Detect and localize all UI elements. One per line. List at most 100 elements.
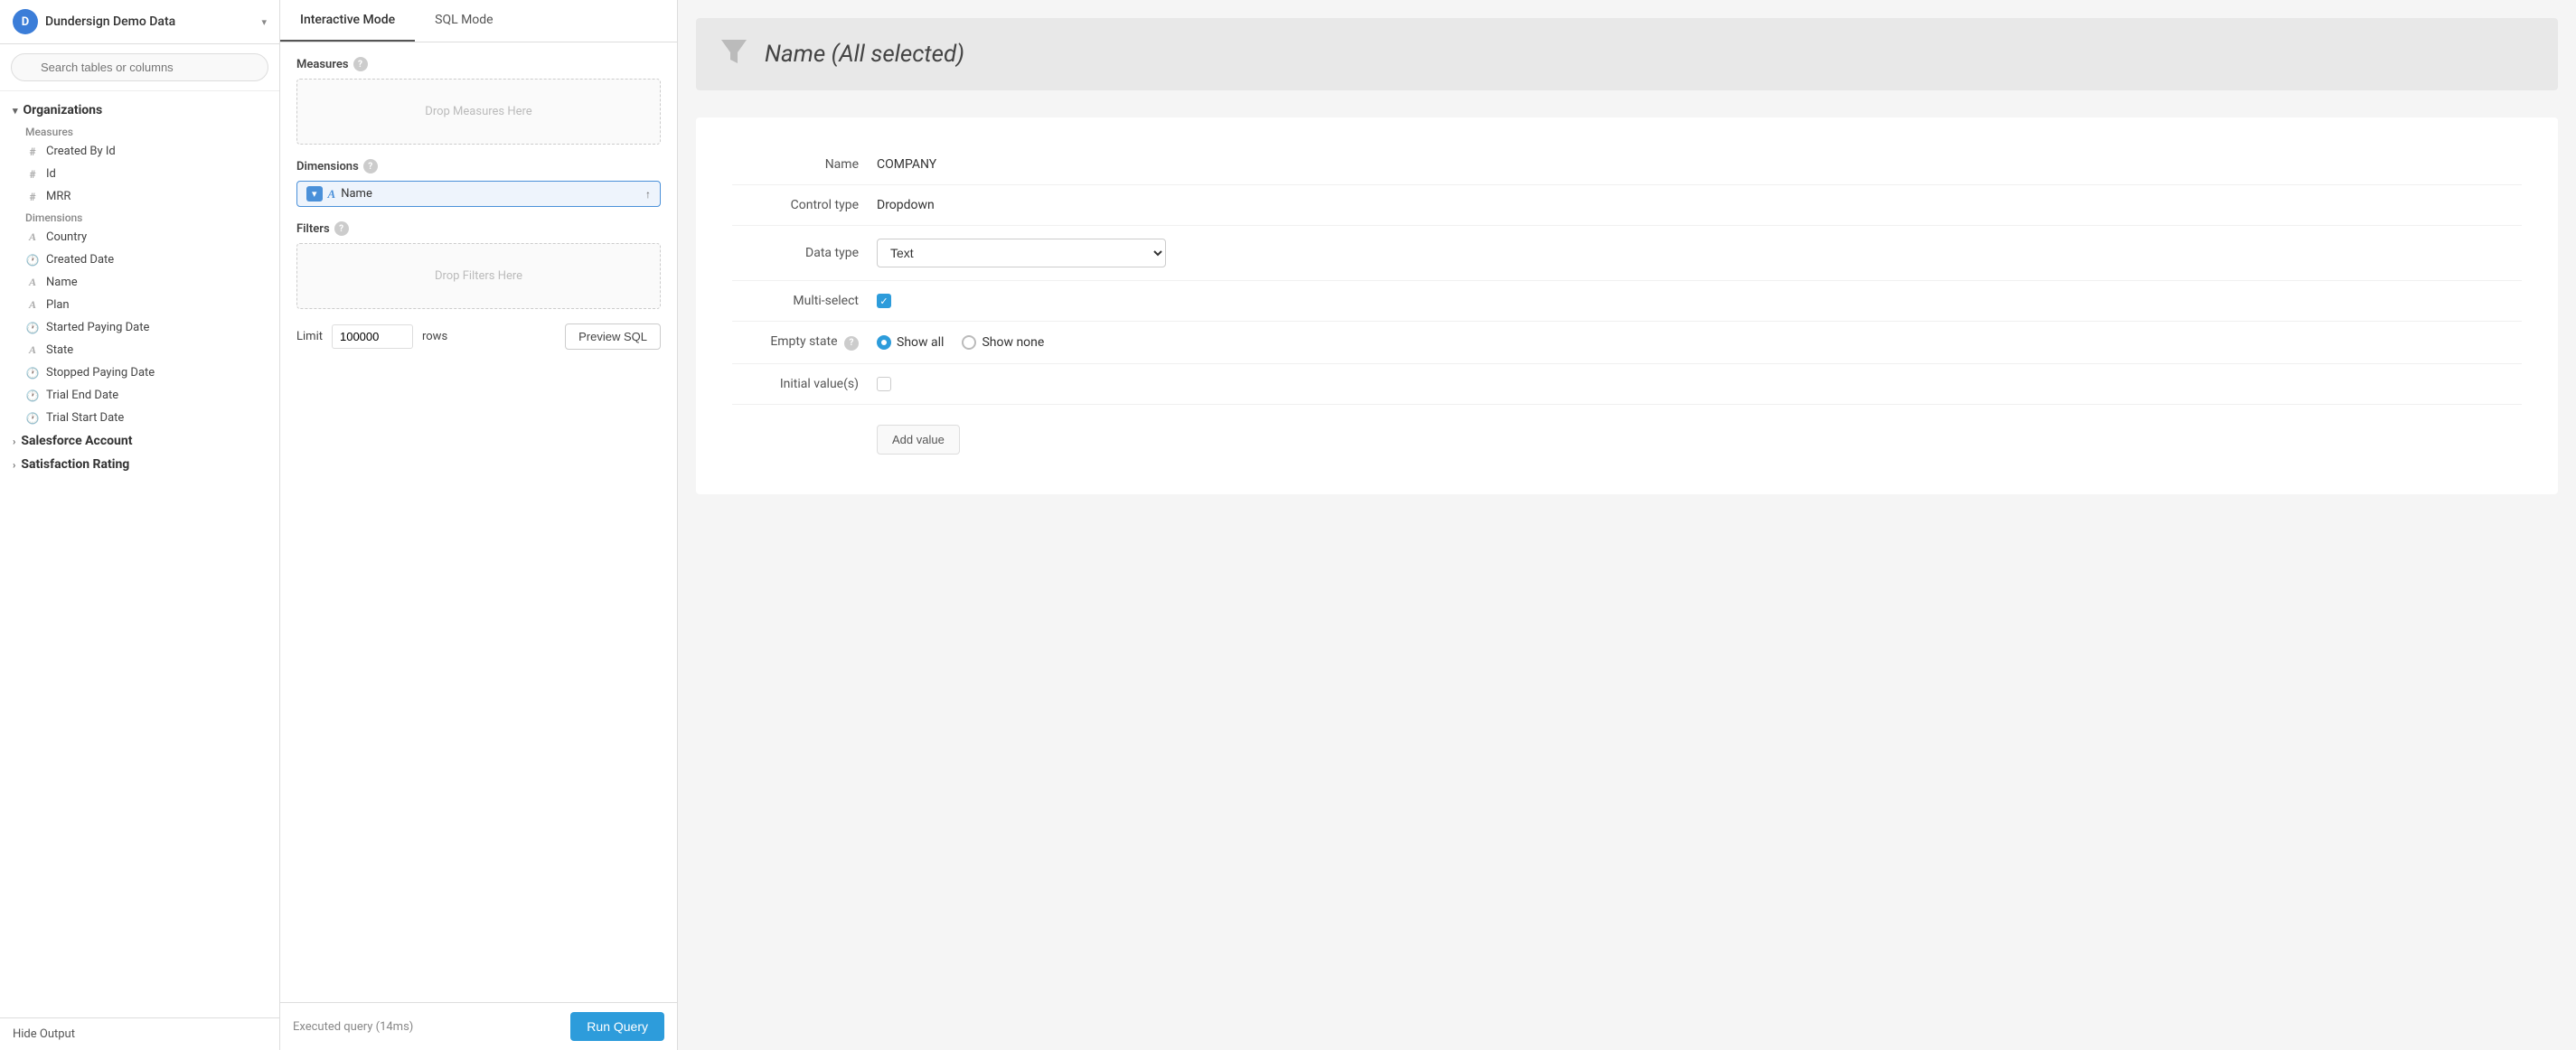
control-type-label: Control type — [732, 198, 859, 212]
clock-icon: 🕐 — [25, 367, 40, 380]
item-label: Started Paying Date — [46, 321, 149, 334]
alpha-icon: A — [25, 298, 40, 312]
section-satisfaction[interactable]: › Satisfaction Rating — [0, 453, 279, 476]
chip-type-icon: A — [328, 187, 336, 202]
expand-icon: › — [13, 459, 15, 471]
dimension-chip[interactable]: ▾ A Name ↑ — [296, 181, 661, 207]
section-label: Organizations — [24, 103, 103, 117]
radio-show-none-label: Show none — [982, 335, 1044, 350]
list-item[interactable]: # MRR — [0, 185, 279, 208]
search-area: 🔍 — [0, 44, 279, 91]
filters-drop-zone[interactable]: Drop Filters Here — [296, 243, 661, 309]
list-item[interactable]: 🕐 Stopped Paying Date — [0, 361, 279, 384]
rows-label: rows — [422, 330, 447, 343]
limit-row: Limit rows Preview SQL — [296, 323, 661, 350]
clock-icon: 🕐 — [25, 389, 40, 402]
item-label: Name — [46, 276, 78, 289]
clock-icon: 🕐 — [25, 412, 40, 425]
alpha-icon: A — [25, 276, 40, 289]
list-item[interactable]: 🕐 Trial End Date — [0, 384, 279, 407]
alpha-icon: A — [25, 230, 40, 244]
data-type-select[interactable]: Text Number Date Boolean — [877, 239, 1166, 267]
item-label: Created By Id — [46, 145, 116, 158]
section-organizations[interactable]: ▾ Organizations — [0, 98, 279, 122]
radio-show-all-label: Show all — [897, 335, 944, 350]
section-salesforce[interactable]: › Salesforce Account — [0, 429, 279, 453]
radio-filled-icon — [877, 335, 891, 350]
form-row-name: Name COMPANY — [732, 145, 2522, 185]
chip-dropdown-icon: ▾ — [312, 188, 317, 200]
control-type-value: Dropdown — [877, 198, 2522, 212]
list-item[interactable]: A State — [0, 339, 279, 361]
list-item[interactable]: A Name — [0, 271, 279, 294]
list-item[interactable]: 🕐 Started Paying Date — [0, 316, 279, 339]
alpha-icon: A — [25, 343, 40, 357]
form-row-multiselect: Multi-select ✓ — [732, 281, 2522, 322]
item-label: Country — [46, 230, 87, 244]
form-row-empty-state: Empty state ? Show all Show none — [732, 322, 2522, 364]
tabs-bar: Interactive Mode SQL Mode — [280, 0, 677, 42]
section-label: Salesforce Account — [21, 434, 132, 448]
dimensions-help-icon[interactable]: ? — [363, 159, 378, 173]
item-label: Plan — [46, 298, 70, 312]
filters-help-icon[interactable]: ? — [334, 221, 349, 236]
list-item[interactable]: A Country — [0, 226, 279, 248]
expand-icon: › — [13, 436, 15, 447]
clock-icon: 🕐 — [25, 322, 40, 334]
name-field-value: COMPANY — [877, 157, 2522, 172]
sub-header-measures: Measures — [0, 122, 279, 140]
data-type-label: Data type — [732, 246, 859, 260]
executed-label: Executed query (14ms) — [293, 1020, 413, 1034]
tab-sql[interactable]: SQL Mode — [415, 0, 512, 42]
radio-show-all[interactable]: Show all — [877, 335, 944, 350]
radio-show-none[interactable]: Show none — [962, 335, 1044, 350]
initial-values-checkbox[interactable] — [877, 377, 891, 391]
hide-output-button[interactable]: Hide Output — [0, 1017, 279, 1050]
db-header[interactable]: D Dundersign Demo Data ▾ — [0, 0, 279, 44]
item-label: State — [46, 343, 73, 357]
list-item[interactable]: 🕐 Trial Start Date — [0, 407, 279, 429]
center-body: Measures ? Drop Measures Here Dimensions… — [280, 42, 677, 1002]
form-row-data-type: Data type Text Number Date Boolean — [732, 226, 2522, 281]
chip-sort-icon[interactable]: ↑ — [645, 188, 651, 201]
measures-help-icon[interactable]: ? — [353, 57, 368, 71]
center-panel: Interactive Mode SQL Mode Measures ? Dro… — [280, 0, 678, 1050]
list-item[interactable]: 🕐 Created Date — [0, 248, 279, 271]
limit-label: Limit — [296, 330, 323, 343]
preview-sql-button[interactable]: Preview SQL — [565, 323, 661, 350]
list-item[interactable]: # Id — [0, 163, 279, 185]
item-label: Trial Start Date — [46, 411, 124, 425]
item-label: Trial End Date — [46, 389, 118, 402]
filters-label: Filters ? — [296, 221, 661, 236]
name-field-label: Name — [732, 157, 859, 172]
list-item[interactable]: A Plan — [0, 294, 279, 316]
filter-header-box: Name (All selected) — [696, 18, 2558, 90]
hash-icon: # — [25, 168, 40, 181]
form-section: Name COMPANY Control type Dropdown Data … — [696, 117, 2558, 494]
chip-dropdown-button[interactable]: ▾ — [306, 186, 323, 202]
chevron-down-icon: ▾ — [261, 16, 267, 28]
form-row-add-value: Add value — [732, 405, 2522, 467]
empty-state-help-icon[interactable]: ? — [844, 336, 859, 351]
db-title: Dundersign Demo Data — [45, 14, 254, 29]
dimensions-label: Dimensions ? — [296, 159, 661, 173]
left-panel: D Dundersign Demo Data ▾ 🔍 ▾ Organizatio… — [0, 0, 280, 1050]
run-query-button[interactable]: Run Query — [570, 1012, 664, 1041]
list-item[interactable]: # Created By Id — [0, 140, 279, 163]
db-icon: D — [13, 9, 38, 34]
tab-interactive[interactable]: Interactive Mode — [280, 0, 415, 42]
form-row-control-type: Control type Dropdown — [732, 185, 2522, 226]
item-label: Id — [46, 167, 56, 181]
form-row-initial-values: Initial value(s) — [732, 364, 2522, 405]
sidebar-content: ▾ Organizations Measures # Created By Id… — [0, 91, 279, 1017]
item-label: Stopped Paying Date — [46, 366, 155, 380]
search-input[interactable] — [11, 53, 268, 81]
multiselect-checkbox[interactable]: ✓ — [877, 294, 891, 308]
item-label: MRR — [46, 190, 71, 203]
sub-header-dimensions: Dimensions — [0, 208, 279, 226]
measures-drop-zone[interactable]: Drop Measures Here — [296, 79, 661, 145]
add-value-button[interactable]: Add value — [877, 425, 960, 455]
filter-header-title: Name (All selected) — [765, 41, 964, 68]
limit-input[interactable] — [332, 324, 413, 349]
measures-label: Measures ? — [296, 57, 661, 71]
